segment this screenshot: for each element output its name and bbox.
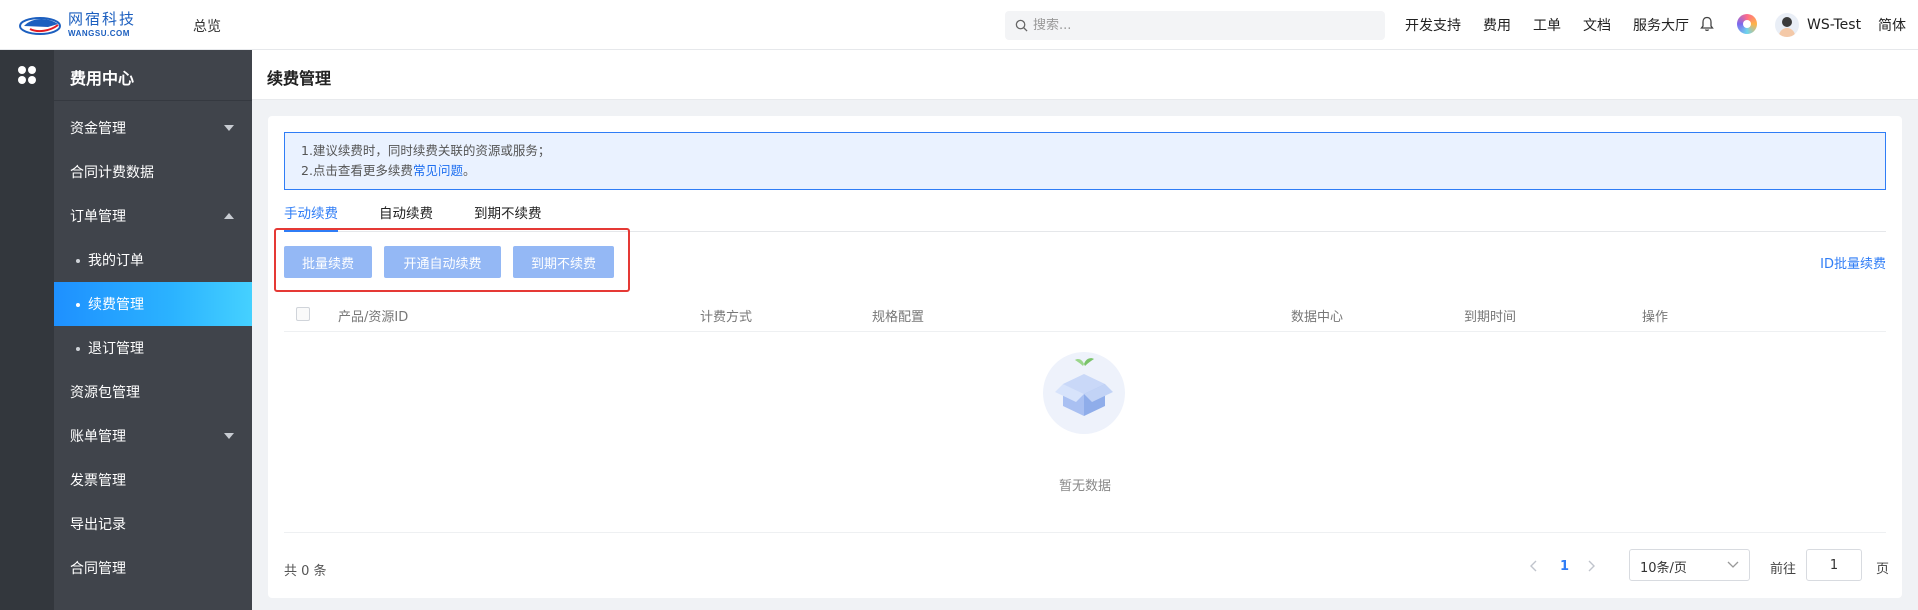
- bullet-icon: [76, 303, 80, 307]
- language-switch[interactable]: 简体: [1878, 15, 1906, 35]
- page-header: 续费管理: [252, 50, 1918, 100]
- sidebar-item-resource-packs[interactable]: 资源包管理: [54, 370, 252, 414]
- chevron-down-icon: [224, 125, 234, 131]
- notice-line-2-suffix: 。: [462, 163, 476, 178]
- page-size-value: 10条/页: [1640, 561, 1687, 576]
- column-header: 计费方式: [700, 310, 753, 325]
- nav-docs[interactable]: 文档: [1583, 15, 1611, 35]
- nav-tickets[interactable]: 工单: [1533, 15, 1561, 35]
- column-header: 操作: [1642, 310, 1669, 325]
- total-count: 共 0 条: [284, 564, 327, 579]
- batch-renew-button[interactable]: 批量续费: [284, 246, 372, 278]
- avatar: [1775, 13, 1799, 37]
- sidebar-item-my-orders[interactable]: 我的订单: [54, 238, 252, 282]
- search-icon: [1015, 19, 1028, 32]
- sidebar-item-contract-billing[interactable]: 合同计费数据: [54, 150, 252, 194]
- sidebar-item-label: 资源包管理: [70, 385, 140, 401]
- sidebar: 费用中心 资金管理 合同计费数据 订单管理 我的订单 续费管理 退订管理 资源包…: [54, 50, 252, 610]
- empty-state-text: 暂无数据: [1058, 479, 1111, 494]
- nav-service-hall[interactable]: 服务大厅: [1633, 15, 1689, 35]
- sidebar-item-label: 账单管理: [70, 429, 126, 445]
- sidebar-item-contracts[interactable]: 合同管理: [54, 546, 252, 590]
- sidebar-item-export-records[interactable]: 导出记录: [54, 502, 252, 546]
- sidebar-item-bills[interactable]: 账单管理: [54, 414, 252, 458]
- footer-divider: [284, 532, 1886, 533]
- apps-grid-icon[interactable]: [16, 64, 38, 86]
- column-header: 规格配置: [872, 310, 925, 325]
- sidebar-item-invoices[interactable]: 发票管理: [54, 458, 252, 502]
- logo[interactable]: 网宿科技 WANGSU.COM: [18, 10, 156, 40]
- top-nav: 开发支持 费用 工单 文档 服务大厅: [1405, 15, 1711, 35]
- sidebar-title: 费用中心: [70, 69, 135, 88]
- page-unit-label: 页: [1876, 562, 1890, 577]
- column-header: 到期时间: [1464, 310, 1517, 325]
- bell-icon[interactable]: [1700, 16, 1714, 32]
- sidebar-item-label: 续费管理: [88, 297, 144, 313]
- search-input[interactable]: [1033, 18, 1363, 33]
- page-size-select[interactable]: 10条/页: [1629, 549, 1750, 581]
- nav-billing[interactable]: 费用: [1483, 15, 1511, 35]
- sidebar-item-label: 退订管理: [88, 341, 144, 357]
- search-box[interactable]: [1005, 11, 1385, 40]
- nav-dev-support[interactable]: 开发支持: [1405, 15, 1461, 35]
- sidebar-item-orders[interactable]: 订单管理: [54, 194, 252, 238]
- sidebar-item-label: 合同计费数据: [70, 165, 154, 181]
- wangsu-logo-icon: [19, 17, 61, 35]
- sidebar-item-label: 发票管理: [70, 473, 126, 489]
- notice-line-2: 2.点击查看更多续费常见问题。: [301, 161, 1869, 181]
- sidebar-divider: [54, 100, 252, 101]
- user-name: WS-Test: [1807, 17, 1862, 33]
- chevron-left-icon[interactable]: [1530, 560, 1538, 576]
- sidebar-item-funds[interactable]: 资金管理: [54, 106, 252, 150]
- sidebar-item-label: 合同管理: [70, 561, 126, 577]
- chevron-up-icon: [224, 213, 234, 219]
- sidebar-item-label: 我的订单: [88, 253, 144, 269]
- goto-label: 前往: [1770, 562, 1797, 577]
- chevron-right-icon[interactable]: [1587, 560, 1595, 576]
- main-card: 1.建议续费时，同时续费关联的资源或服务； 2.点击查看更多续费常见问题。 手动…: [268, 116, 1902, 598]
- page-title: 续费管理: [267, 69, 332, 88]
- sidebar-item-unsubscribe[interactable]: 退订管理: [54, 326, 252, 370]
- sidebar-item-label: 资金管理: [70, 121, 126, 137]
- notice-line-2-text: 2.点击查看更多续费: [301, 163, 413, 178]
- faq-link[interactable]: 常见问题: [413, 163, 463, 178]
- no-renew-button[interactable]: 到期不续费: [513, 246, 614, 278]
- user-menu[interactable]: WS-Test: [1775, 13, 1861, 37]
- empty-box-icon: [1043, 352, 1125, 434]
- goto-page-input[interactable]: [1806, 549, 1862, 581]
- bullet-icon: [76, 259, 80, 263]
- select-all-checkbox[interactable]: [296, 307, 310, 321]
- column-header: 产品/资源ID: [338, 310, 409, 325]
- chevron-down-icon: [1727, 561, 1739, 568]
- notice-line-1: 1.建议续费时，同时续费关联的资源或服务；: [301, 143, 551, 158]
- top-bar: 网宿科技 WANGSU.COM 总览 开发支持 费用 工单 文档 服务大厅 WS…: [0, 0, 1918, 50]
- table-header: 产品/资源ID 计费方式 规格配置 数据中心 到期时间 操作: [284, 296, 1886, 332]
- id-batch-renew-link[interactable]: ID批量续费: [1820, 253, 1886, 272]
- sidebar-item-renewal[interactable]: 续费管理: [54, 282, 252, 326]
- logo-english-name: WANGSU.COM: [68, 29, 130, 38]
- column-header: 数据中心: [1291, 310, 1344, 325]
- ai-assistant-icon[interactable]: [1737, 14, 1757, 34]
- sidebar-item-label: 订单管理: [70, 209, 126, 225]
- logo-chinese-name: 网宿科技: [68, 10, 137, 28]
- page-number[interactable]: 1: [1560, 559, 1569, 574]
- chevron-down-icon: [224, 433, 234, 439]
- notice-banner: 1.建议续费时，同时续费关联的资源或服务； 2.点击查看更多续费常见问题。: [284, 132, 1886, 190]
- sidebar-item-label: 导出记录: [70, 517, 126, 533]
- left-rail: [0, 50, 54, 610]
- enable-auto-renew-button[interactable]: 开通自动续费: [384, 246, 501, 278]
- sidebar-menu: 资金管理 合同计费数据 订单管理 我的订单 续费管理 退订管理 资源包管理 账单…: [54, 106, 252, 590]
- bullet-icon: [76, 347, 80, 351]
- overview-link[interactable]: 总览: [193, 16, 221, 36]
